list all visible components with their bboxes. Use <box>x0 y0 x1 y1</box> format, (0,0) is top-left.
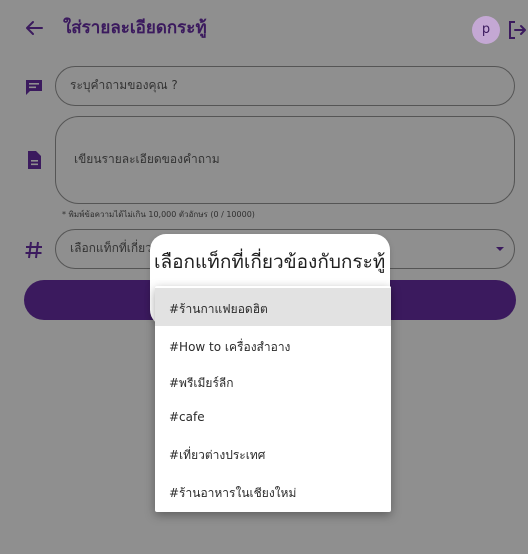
char-limit-hint: * พิมพ์ข้อความได้ไม่เกิน 10,000 ตัวอักษร… <box>62 210 255 219</box>
tag-option-list: #ร้านกาแฟยอดฮิต #How to เครื่องสำอาง #พร… <box>155 286 391 512</box>
detail-textarea[interactable]: เขียนรายละเอียดของคำถาม <box>55 116 515 204</box>
question-input[interactable]: ระบุคำถามของคุณ ? <box>55 66 515 106</box>
tag-option[interactable]: #ร้านกาแฟยอดฮิต <box>155 288 391 326</box>
tag-option-label: #cafe <box>169 410 205 424</box>
tag-option-label: #ร้านกาแฟยอดฮิต <box>169 302 268 316</box>
tag-option-label: #How to เครื่องสำอาง <box>169 340 291 354</box>
arrow-left-icon[interactable] <box>22 16 46 40</box>
tag-option[interactable]: #cafe <box>155 398 391 436</box>
tag-dropdown-title: เลือกแท็กที่เกี่ยวข้องกับกระทู้ <box>154 251 386 273</box>
tag-option-label: #พรีเมียร์ลีก <box>169 376 234 390</box>
avatar[interactable]: p <box>472 16 500 44</box>
tag-option-label: #ร้านอาหารในเชียงใหม่ <box>169 486 297 500</box>
chat-bubble-icon <box>26 80 42 95</box>
tag-option[interactable]: #ร้านอาหารในเชียงใหม่ <box>155 472 391 510</box>
tag-option-label: #เที่ยวต่างประเทศ <box>169 448 266 462</box>
page-title: ใส่รายละเอียดกระทู้ <box>63 18 207 38</box>
caret-down-icon[interactable] <box>494 243 506 255</box>
document-icon <box>28 151 41 169</box>
screen: ใส่รายละเอียดกระทู้ p ระบุคำถามของคุณ ? … <box>0 0 528 554</box>
tag-option[interactable]: #เที่ยวต่างประเทศ <box>155 434 391 472</box>
tag-option[interactable]: #How to เครื่องสำอาง <box>155 326 391 364</box>
app-header: ใส่รายละเอียดกระทู้ p <box>0 0 528 60</box>
tag-option[interactable]: #พรีเมียร์ลีก <box>155 362 391 400</box>
logout-icon[interactable] <box>505 18 528 42</box>
hashtag-icon <box>25 241 42 259</box>
